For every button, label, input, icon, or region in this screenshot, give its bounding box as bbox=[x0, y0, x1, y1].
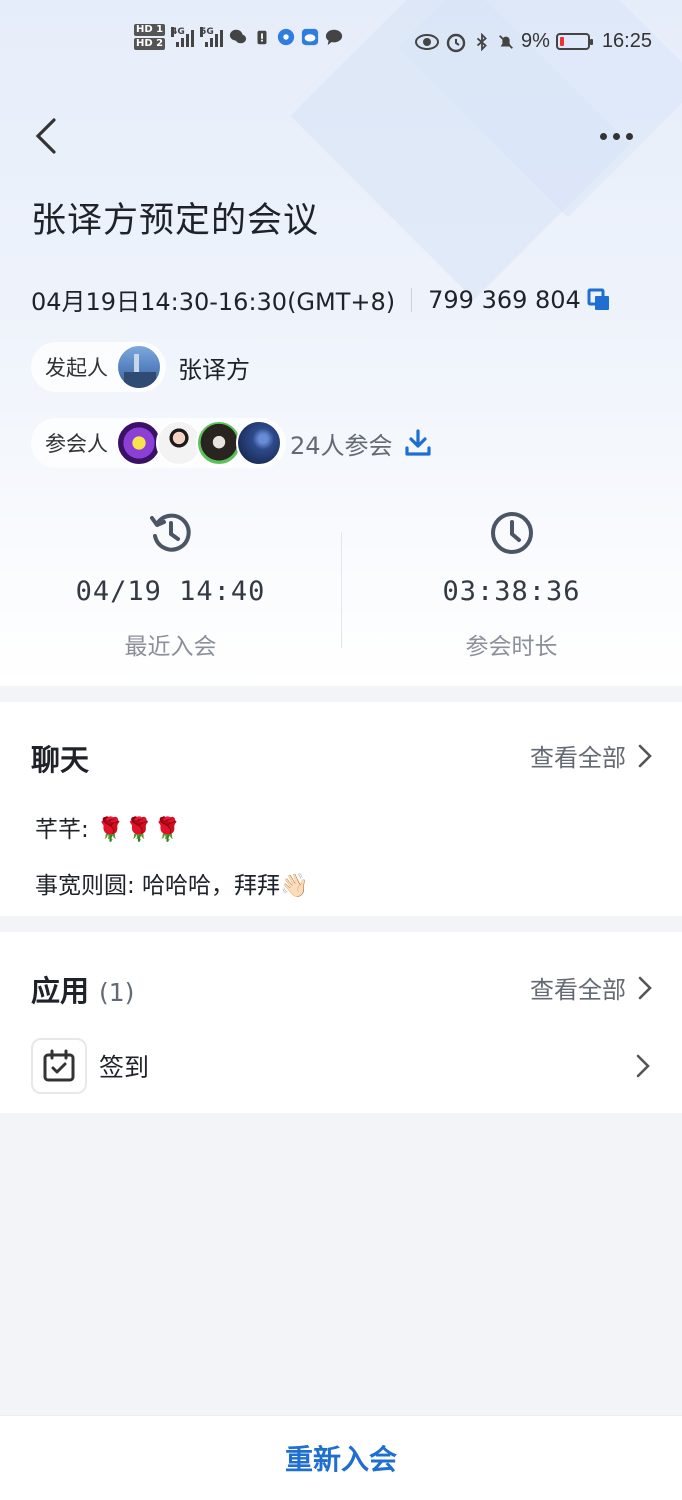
meeting-info-row: 04月19日14:30-16:30(GMT+8) 799 369 804 bbox=[31, 282, 611, 317]
page-title: 张译方预定的会议 bbox=[31, 201, 320, 241]
participants-pill[interactable]: 参会人 bbox=[31, 418, 286, 468]
duration-stat: 03:38:36 参会时长 bbox=[341, 510, 682, 661]
eye-icon bbox=[415, 33, 440, 50]
organizer-row: 发起人 张译方 bbox=[31, 342, 250, 392]
participants-row[interactable]: 参会人 24人参会 bbox=[31, 418, 433, 468]
bluetooth-icon bbox=[476, 32, 487, 51]
app-label: 签到 bbox=[99, 1053, 150, 1082]
battery-percentage: 9% bbox=[521, 30, 550, 52]
avatar bbox=[116, 344, 162, 390]
apps-title: 应用 (1) bbox=[31, 968, 134, 1010]
avatar-stack bbox=[116, 420, 282, 466]
divider bbox=[411, 287, 413, 312]
music-app-icon bbox=[278, 28, 295, 46]
cloud-app-icon bbox=[302, 28, 319, 46]
chat-title: 聊天 bbox=[31, 737, 89, 779]
duration-label: 参会时长 bbox=[465, 634, 558, 660]
participant-count[interactable]: 24人参会 bbox=[290, 426, 393, 461]
more-options-button[interactable] bbox=[594, 120, 638, 152]
view-all-label: 查看全部 bbox=[530, 976, 626, 1004]
participants-label: 参会人 bbox=[45, 432, 108, 456]
app-item-checkin[interactable]: 签到 bbox=[31, 1038, 149, 1094]
message-icon bbox=[326, 29, 343, 46]
apps-count: (1) bbox=[99, 978, 135, 1007]
chat-card[interactable]: 聊天 查看全部 芊芊: 🌹🌹🌹 事宽则圆: 哈哈哈，拜拜👋🏻 bbox=[0, 702, 682, 916]
mute-bell-icon bbox=[499, 34, 513, 49]
rejoin-button[interactable]: 重新入会 bbox=[285, 1438, 397, 1478]
chat-view-all-button[interactable]: 查看全部 bbox=[530, 738, 654, 773]
meeting-datetime: 04月19日14:30-16:30(GMT+8) bbox=[31, 288, 396, 316]
wechat-icon bbox=[230, 29, 247, 44]
status-bar: HD 1 HD 2 4G 5G 9% 16:25 bbox=[0, 22, 682, 66]
organizer-pill[interactable]: 发起人 bbox=[31, 342, 166, 392]
hd1-badge: HD 1 bbox=[134, 24, 166, 36]
back-button[interactable] bbox=[28, 116, 68, 156]
alarm-icon bbox=[446, 33, 466, 52]
avatar bbox=[236, 420, 282, 466]
clock-icon bbox=[490, 512, 533, 554]
signal-icon: 4G bbox=[171, 27, 195, 47]
chat-title-text: 聊天 bbox=[31, 743, 90, 777]
organizer-name: 张译方 bbox=[178, 355, 250, 384]
status-bar-right: 9% 16:25 bbox=[415, 30, 652, 53]
app-icon-frame bbox=[31, 1038, 87, 1094]
chevron-right-icon bbox=[638, 744, 652, 767]
calendar-check-icon bbox=[43, 1049, 75, 1082]
hd-indicator: HD 1 HD 2 bbox=[134, 24, 166, 50]
recent-join-value: 04/19 14:40 bbox=[75, 576, 266, 607]
organizer-label: 发起人 bbox=[45, 356, 108, 380]
hd2-badge: HD 2 bbox=[134, 38, 166, 50]
battery-alert-icon bbox=[257, 30, 267, 45]
battery-icon bbox=[555, 33, 593, 50]
recent-join-stat: 04/19 14:40 最近入会 bbox=[0, 510, 341, 661]
chevron-right-icon bbox=[638, 976, 652, 999]
apps-view-all-button[interactable]: 查看全部 bbox=[530, 970, 654, 1005]
chat-message: 事宽则圆: 哈哈哈，拜拜👋🏻 bbox=[35, 873, 309, 899]
signal-icon: 5G bbox=[200, 27, 224, 47]
chat-message: 芊芊: 🌹🌹🌹 bbox=[35, 817, 182, 843]
bottom-bar: 重新入会 bbox=[0, 1415, 682, 1500]
chevron-left-icon bbox=[35, 118, 56, 154]
apps-title-text: 应用 bbox=[31, 974, 90, 1008]
history-icon bbox=[149, 513, 191, 552]
copy-icon[interactable] bbox=[587, 288, 611, 312]
network-type-label: 5G bbox=[200, 27, 214, 37]
status-bar-left: HD 1 HD 2 4G 5G bbox=[134, 24, 343, 50]
recent-join-label: 最近入会 bbox=[124, 634, 217, 660]
duration-value: 03:38:36 bbox=[442, 576, 581, 607]
view-all-label: 查看全部 bbox=[530, 744, 626, 772]
download-icon[interactable] bbox=[403, 428, 433, 458]
chevron-right-icon[interactable] bbox=[634, 1052, 652, 1080]
meeting-id: 799 369 804 bbox=[428, 285, 581, 314]
clock-time: 16:25 bbox=[601, 30, 652, 52]
network-type-label: 4G bbox=[171, 27, 185, 37]
